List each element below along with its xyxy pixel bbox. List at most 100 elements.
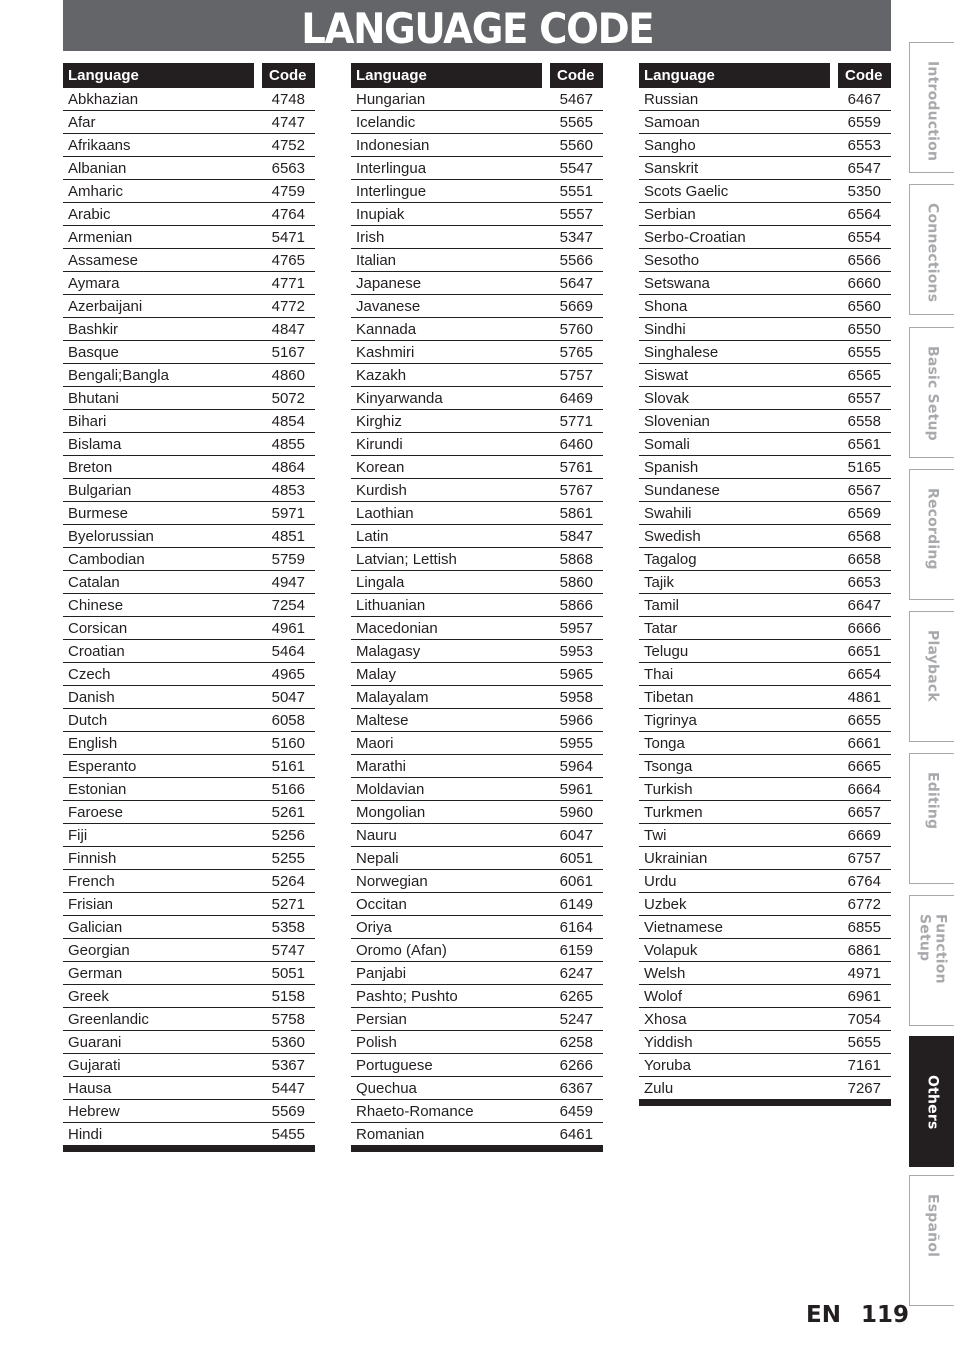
language-code: 6664 <box>847 781 881 798</box>
language-code: 6564 <box>847 206 881 223</box>
language-name: Dutch <box>68 712 108 729</box>
side-tab-introduction[interactable]: Introduction <box>909 42 954 173</box>
table-row: Turkmen 6657 <box>639 801 891 824</box>
table-row: German 5051 <box>63 962 315 985</box>
language-code: 6569 <box>847 505 881 522</box>
language-name: Thai <box>644 666 674 683</box>
table-row: Swedish 6568 <box>639 525 891 548</box>
table-row: Bislama 4855 <box>63 433 315 456</box>
language-name: Yiddish <box>644 1034 693 1051</box>
language-name: Tibetan <box>644 689 694 706</box>
table-row: Frisian 5271 <box>63 893 315 916</box>
language-name: Bhutani <box>68 390 119 407</box>
language-name: Persian <box>356 1011 407 1028</box>
language-code: 5765 <box>559 344 593 361</box>
language-code: 5256 <box>271 827 305 844</box>
language-name: Greek <box>68 988 109 1005</box>
table-row: Bulgarian 4853 <box>63 479 315 502</box>
language-code: 6561 <box>847 436 881 453</box>
language-code: 4961 <box>271 620 305 637</box>
language-code: 6461 <box>559 1126 593 1143</box>
language-code: 5350 <box>847 183 881 200</box>
table-row: Kinyarwanda 6469 <box>351 387 603 410</box>
language-name: English <box>68 735 118 752</box>
table-header: Language Code <box>63 63 315 88</box>
table-row: Burmese 5971 <box>63 502 315 525</box>
language-name: Hungarian <box>356 91 426 108</box>
language-code: 6661 <box>847 735 881 752</box>
table-row: Serbian 6564 <box>639 203 891 226</box>
language-code: 6647 <box>847 597 881 614</box>
table-row: Thai 6654 <box>639 663 891 686</box>
language-code: 6757 <box>847 850 881 867</box>
language-name: Chinese <box>68 597 124 614</box>
language-code: 5047 <box>271 689 305 706</box>
table-row: Welsh 4971 <box>639 962 891 985</box>
language-name: Cambodian <box>68 551 145 568</box>
language-name: Bengali;Bangla <box>68 367 169 384</box>
language-code: 5860 <box>559 574 593 591</box>
table-row: Kurdish 5767 <box>351 479 603 502</box>
language-name: Telugu <box>644 643 689 660</box>
language-code: 6149 <box>559 896 593 913</box>
table-row: Twi 6669 <box>639 824 891 847</box>
language-code: 5569 <box>271 1103 305 1120</box>
table-row: Setswana 6660 <box>639 272 891 295</box>
table-row: Interlingua 5547 <box>351 157 603 180</box>
language-code: 6666 <box>847 620 881 637</box>
side-tab-function-setup[interactable]: Function Setup <box>909 895 954 1026</box>
table-row: Javanese 5669 <box>351 295 603 318</box>
language-name: Malayalam <box>356 689 429 706</box>
table-row: Sesotho 6566 <box>639 249 891 272</box>
table-row: Siswat 6565 <box>639 364 891 387</box>
table-row: Tsonga 6665 <box>639 755 891 778</box>
side-tab-others[interactable]: Others <box>909 1036 954 1167</box>
language-name: Slovak <box>644 390 690 407</box>
language-code: 4759 <box>271 183 305 200</box>
table-row: Korean 5761 <box>351 456 603 479</box>
table-row: Maori 5955 <box>351 732 603 755</box>
table-row: Russian 6467 <box>639 88 891 111</box>
side-tab-playback[interactable]: Playback <box>909 611 954 742</box>
language-code: 4971 <box>847 965 881 982</box>
language-code: 6469 <box>559 390 593 407</box>
language-name: Sangho <box>644 137 696 154</box>
language-name: Setswana <box>644 275 710 292</box>
side-tab-basic-setup[interactable]: Basic Setup <box>909 327 954 458</box>
language-code: 4965 <box>271 666 305 683</box>
table-row: Croatian 5464 <box>63 640 315 663</box>
table-row: Tigrinya 6655 <box>639 709 891 732</box>
language-code: 5971 <box>271 505 305 522</box>
language-name: Hebrew <box>68 1103 120 1120</box>
table-row: Spanish 5165 <box>639 456 891 479</box>
language-code: 6655 <box>847 712 881 729</box>
side-tab-espanol[interactable]: Español <box>909 1175 954 1306</box>
language-name: Shona <box>644 298 688 315</box>
language-code: 6159 <box>559 942 593 959</box>
language-name: Wolof <box>644 988 683 1005</box>
language-name: Sesotho <box>644 252 700 269</box>
table-row: Xhosa 7054 <box>639 1008 891 1031</box>
language-code: 5167 <box>271 344 305 361</box>
table-row: Kazakh 5757 <box>351 364 603 387</box>
language-code: 5158 <box>271 988 305 1005</box>
table-row: Sanskrit 6547 <box>639 157 891 180</box>
table-row: Telugu 6651 <box>639 640 891 663</box>
language-name: Welsh <box>644 965 686 982</box>
language-name: Lingala <box>356 574 405 591</box>
side-tab-recording[interactable]: Recording <box>909 469 954 600</box>
language-code: 5957 <box>559 620 593 637</box>
table-row: Hausa 5447 <box>63 1077 315 1100</box>
header-code: Code <box>838 63 891 88</box>
side-tab-connections[interactable]: Connections <box>909 184 954 315</box>
language-code: 4860 <box>271 367 305 384</box>
language-name: Spanish <box>644 459 699 476</box>
table-row: Malagasy 5953 <box>351 640 603 663</box>
table-header: Language Code <box>351 63 603 88</box>
language-code: 5760 <box>559 321 593 338</box>
language-name: Malagasy <box>356 643 421 660</box>
language-name: Armenian <box>68 229 133 246</box>
table-row: Occitan 6149 <box>351 893 603 916</box>
language-code: 4752 <box>271 137 305 154</box>
side-tab-editing[interactable]: Editing <box>909 753 954 884</box>
